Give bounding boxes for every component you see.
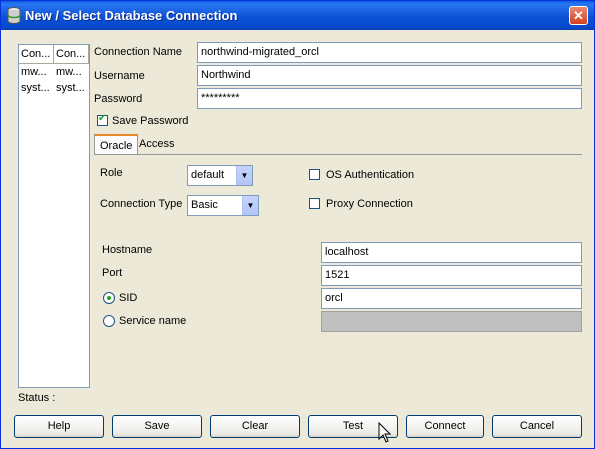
connection-name-label: Connection Name <box>94 46 183 58</box>
hostname-label: Hostname <box>102 244 153 256</box>
title-bar[interactable]: New / Select Database Connection ✕ <box>1 1 594 30</box>
list-cell: mw... <box>21 66 47 78</box>
connection-type-label: Connection Type <box>100 198 183 210</box>
dialog-window: New / Select Database Connection ✕ Con..… <box>0 0 595 449</box>
list-cell: syst... <box>21 82 50 94</box>
connections-list[interactable]: Con... Con... mw... mw... syst... syst..… <box>18 44 90 388</box>
list-header: Con... Con... <box>19 45 89 64</box>
save-button[interactable]: Save <box>112 415 202 438</box>
password-label: Password <box>94 93 143 105</box>
sid-radio[interactable] <box>103 292 115 304</box>
service-name-input <box>321 311 582 332</box>
proxy-connection-checkbox[interactable] <box>309 198 320 209</box>
column-header-name[interactable]: Con... <box>19 45 54 63</box>
role-value: default <box>191 169 225 181</box>
password-input[interactable]: ********* <box>197 88 582 109</box>
chevron-down-icon: ▼ <box>236 166 252 185</box>
column-header-details[interactable]: Con... <box>54 45 89 63</box>
help-button[interactable]: Help <box>14 415 104 438</box>
close-button[interactable]: ✕ <box>569 6 588 25</box>
service-name-radio[interactable] <box>103 315 115 327</box>
clear-button[interactable]: Clear <box>210 415 300 438</box>
hostname-input[interactable]: localhost <box>321 242 582 263</box>
window-title: New / Select Database Connection <box>25 8 238 23</box>
list-item[interactable]: syst... syst... <box>19 80 89 96</box>
tab-access-label: Access <box>139 138 175 150</box>
os-authentication-checkbox[interactable] <box>309 169 320 180</box>
tab-oracle[interactable]: Oracle <box>94 134 139 155</box>
connection-type-dropdown[interactable]: Basic ▼ <box>187 195 259 216</box>
save-button-label: Save <box>144 420 170 432</box>
list-item[interactable]: mw... mw... <box>19 64 89 80</box>
port-label: Port <box>102 267 123 279</box>
save-password-checkbox[interactable] <box>97 113 108 126</box>
tab-divider <box>94 154 582 155</box>
sid-label: SID <box>119 292 138 304</box>
help-button-label: Help <box>47 420 71 432</box>
role-label: Role <box>100 167 123 179</box>
status-label: Status : <box>18 392 56 404</box>
test-button-label: Test <box>342 420 364 432</box>
save-password-label: Save Password <box>112 115 189 127</box>
proxy-connection-label: Proxy Connection <box>326 198 413 210</box>
os-authentication-label: OS Authentication <box>326 169 415 181</box>
cancel-button[interactable]: Cancel <box>492 415 582 438</box>
role-dropdown[interactable]: default ▼ <box>187 165 253 186</box>
chevron-down-icon: ▼ <box>242 196 258 215</box>
clear-button-label: Clear <box>241 420 269 432</box>
tab-access[interactable]: Access <box>134 134 179 155</box>
username-label: Username <box>94 70 145 82</box>
tab-oracle-label: Oracle <box>100 140 133 152</box>
close-icon: ✕ <box>573 8 584 23</box>
sid-input[interactable]: orcl <box>321 288 582 309</box>
connect-button[interactable]: Connect <box>406 415 484 438</box>
database-icon <box>7 7 21 24</box>
connection-type-value: Basic <box>191 199 218 211</box>
username-input[interactable]: Northwind <box>197 65 582 86</box>
list-cell: mw... <box>56 66 82 78</box>
list-cell: syst... <box>56 82 85 94</box>
connect-button-label: Connect <box>424 420 466 432</box>
connection-name-input[interactable]: northwind-migrated_orcl <box>197 42 582 63</box>
service-name-label: Service name <box>119 315 187 327</box>
mouse-pointer-icon <box>378 422 392 443</box>
cancel-button-label: Cancel <box>519 420 555 432</box>
port-input[interactable]: 1521 <box>321 265 582 286</box>
